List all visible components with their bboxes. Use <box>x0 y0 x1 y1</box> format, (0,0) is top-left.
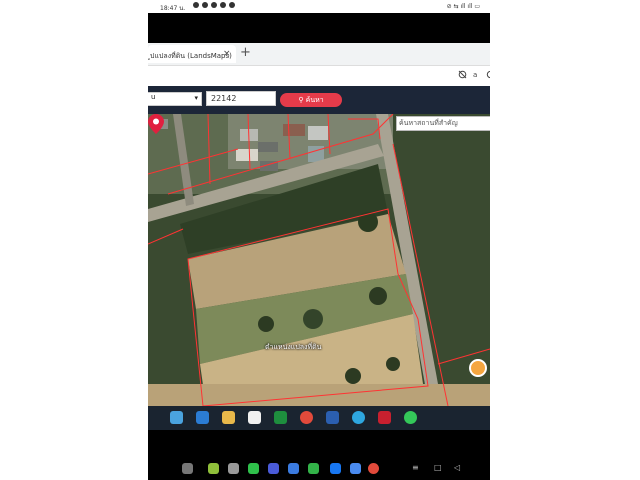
messenger-notif-icon <box>220 2 226 8</box>
facebook-notif-icon <box>229 2 235 8</box>
menu-nav-icon[interactable]: ≡ <box>412 463 419 472</box>
drive-icon[interactable] <box>350 463 361 474</box>
chevron-down-icon: ▾ <box>194 94 198 102</box>
calendar-icon[interactable] <box>248 411 261 424</box>
province-value: u <box>151 93 156 101</box>
chat-icon[interactable] <box>288 463 299 474</box>
facebook-notif-icon <box>193 2 199 8</box>
mcafee-icon[interactable] <box>378 411 391 424</box>
line-icon[interactable] <box>308 463 319 474</box>
search-button-label: ค้นหา <box>305 96 324 104</box>
back-nav-icon[interactable]: ◁ <box>454 463 460 472</box>
camera-icon[interactable] <box>228 463 239 474</box>
settings-icon[interactable] <box>486 70 490 82</box>
browser-toolbar: a <box>148 66 490 86</box>
app-icon[interactable] <box>326 411 339 424</box>
layer-toggle-button[interactable] <box>469 359 487 377</box>
new-tab-icon[interactable]: + <box>240 45 251 60</box>
file-explorer-icon[interactable] <box>196 411 209 424</box>
chrome-icon[interactable] <box>300 411 313 424</box>
close-tab-icon[interactable]: × <box>223 49 231 59</box>
status-bar: 18:47 น. ⊘ ⇆ ıll ıll ▭ <box>148 0 490 13</box>
place-search-input[interactable]: ค้นหาสถานที่สำคัญ <box>396 116 490 131</box>
tab-title: ูปแปลงที่ดิน (LandsMaps) <box>150 52 232 60</box>
province-select[interactable]: u ▾ <box>148 92 202 106</box>
satellite-map[interactable]: ค้นหาสถานที่สำคัญ ตำแหน่งแปลงที่ดิน <box>148 114 490 406</box>
screen-gap <box>148 13 490 43</box>
store-icon[interactable] <box>222 411 235 424</box>
map-imagery <box>148 114 490 406</box>
grid-icon[interactable] <box>182 463 193 474</box>
svg-text:a: a <box>473 71 477 79</box>
browser-tab-bar: ูปแปลงที่ดิน (LandsMaps) × + <box>148 43 490 66</box>
line-icon[interactable] <box>404 411 417 424</box>
eye-slash-icon[interactable] <box>458 70 467 82</box>
search-button[interactable]: ⚲ ค้นหา <box>280 93 342 107</box>
map-pin-icon[interactable] <box>148 114 164 134</box>
files-icon[interactable] <box>268 463 279 474</box>
start-icon[interactable] <box>170 411 183 424</box>
windows-taskbar <box>148 406 490 430</box>
notification-icons <box>193 2 235 8</box>
chrome-icon[interactable] <box>368 463 379 474</box>
parcel-number-input[interactable]: 22142 <box>206 91 276 106</box>
browser-tab[interactable]: ูปแปลงที่ดิน (LandsMaps) × <box>148 45 236 63</box>
phone-screen: 18:47 น. ⊘ ⇆ ıll ıll ▭ ูปแปลงที่ดิน (Lan… <box>148 0 490 480</box>
facebook-icon[interactable] <box>330 463 341 474</box>
excel-icon[interactable] <box>274 411 287 424</box>
facebook-notif-icon <box>202 2 208 8</box>
android-nav-bar: ≡ □ ◁ <box>148 455 490 480</box>
edge-icon[interactable] <box>352 411 365 424</box>
pin-label: ตำแหน่งแปลงที่ดิน <box>265 343 322 351</box>
status-time: 18:47 น. <box>160 5 186 12</box>
line-icon[interactable] <box>248 463 259 474</box>
site-header: u ▾ 22142 ⚲ ค้นหา <box>148 86 490 114</box>
magnifier-icon: ⚲ <box>298 96 306 104</box>
translate-icon[interactable]: a <box>473 70 482 82</box>
status-indicators: ⊘ ⇆ ıll ıll ▭ <box>446 3 480 10</box>
home-nav-icon[interactable]: □ <box>434 463 442 472</box>
app1-icon[interactable] <box>208 463 219 474</box>
messenger-notif-icon <box>211 2 217 8</box>
